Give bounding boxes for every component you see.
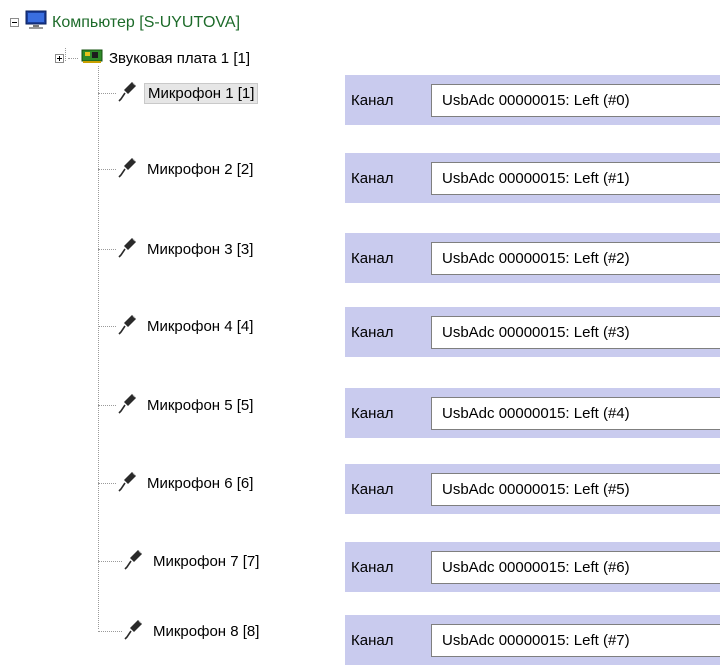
channel-label: Канал (351, 558, 394, 576)
channel-field[interactable]: UsbAdc 00000015: Left (#3) (431, 315, 720, 349)
channel-label: Канал (351, 91, 394, 109)
microphone-icon (118, 470, 138, 497)
channel-panel-4: Канал UsbAdc 00000015: Left (#3) (345, 307, 720, 357)
sound-card-icon (81, 48, 103, 69)
channel-label: Канал (351, 323, 394, 341)
tree-node-microphone-3[interactable]: Микрофон 3 [3] (98, 236, 256, 263)
channel-label: Канал (351, 169, 394, 187)
channel-panel-6: Канал UsbAdc 00000015: Left (#5) (345, 464, 720, 514)
channel-field[interactable]: UsbAdc 00000015: Left (#2) (431, 241, 720, 275)
microphone-icon (118, 313, 138, 340)
channel-panel-3: Канал UsbAdc 00000015: Left (#2) (345, 233, 720, 283)
channel-panel-7: Канал UsbAdc 00000015: Left (#6) (345, 542, 720, 592)
expand-icon[interactable] (55, 54, 64, 63)
microphone-icon (124, 548, 144, 575)
tree-node-microphone-4[interactable]: Микрофон 4 [4] (98, 313, 256, 340)
tree-label-microphone-2: Микрофон 2 [2] (147, 161, 254, 178)
channel-field[interactable]: UsbAdc 00000015: Left (#5) (431, 472, 720, 506)
channel-field[interactable]: UsbAdc 00000015: Left (#1) (431, 161, 720, 195)
channel-label: Канал (351, 480, 394, 498)
tree-label-microphone-5: Микрофон 5 [5] (147, 397, 254, 414)
microphone-icon (124, 618, 144, 645)
tree-node-microphone-7[interactable]: Микрофон 7 [7] (98, 548, 262, 575)
tree-label-computer: Компьютер [S-UYUTOVA] (52, 13, 241, 31)
channel-label: Канал (351, 249, 394, 267)
channel-field[interactable]: UsbAdc 00000015: Left (#4) (431, 396, 720, 430)
microphone-icon (118, 236, 138, 263)
microphone-icon (118, 80, 138, 107)
microphone-icon (118, 392, 138, 419)
tree-label-sound-card: Звуковая плата 1 [1] (109, 50, 250, 67)
tree-node-sound-card[interactable]: Звуковая плата 1 [1] (55, 48, 250, 69)
microphone-icon (118, 156, 138, 183)
tree-label-microphone-1: Микрофон 1 [1] (144, 83, 259, 104)
tree-label-microphone-8: Микрофон 8 [8] (153, 623, 260, 640)
tree-node-microphone-6[interactable]: Микрофон 6 [6] (98, 470, 256, 497)
channel-field[interactable]: UsbAdc 00000015: Left (#6) (431, 550, 720, 584)
tree-node-microphone-1[interactable]: Микрофон 1 [1] (98, 80, 259, 107)
tree-node-microphone-2[interactable]: Микрофон 2 [2] (98, 156, 256, 183)
channel-label: Канал (351, 631, 394, 649)
channel-field[interactable]: UsbAdc 00000015: Left (#0) (431, 83, 720, 117)
channel-label: Канал (351, 404, 394, 422)
channel-panel-2: Канал UsbAdc 00000015: Left (#1) (345, 153, 720, 203)
tree-label-microphone-7: Микрофон 7 [7] (153, 553, 260, 570)
tree-node-microphone-8[interactable]: Микрофон 8 [8] (98, 618, 262, 645)
tree-node-computer[interactable]: Компьютер [S-UYUTOVA] (10, 10, 240, 35)
tree-label-microphone-4: Микрофон 4 [4] (147, 318, 254, 335)
channel-panel-8: Канал UsbAdc 00000015: Left (#7) (345, 615, 720, 665)
channel-field[interactable]: UsbAdc 00000015: Left (#7) (431, 623, 720, 657)
tree-label-microphone-3: Микрофон 3 [3] (147, 241, 254, 258)
collapse-icon[interactable] (10, 18, 19, 27)
channel-panel-1: Канал UsbAdc 00000015: Left (#0) (345, 75, 720, 125)
channel-panel-5: Канал UsbAdc 00000015: Left (#4) (345, 388, 720, 438)
tree-node-microphone-5[interactable]: Микрофон 5 [5] (98, 392, 256, 419)
tree-label-microphone-6: Микрофон 6 [6] (147, 475, 254, 492)
monitor-icon (25, 10, 47, 35)
